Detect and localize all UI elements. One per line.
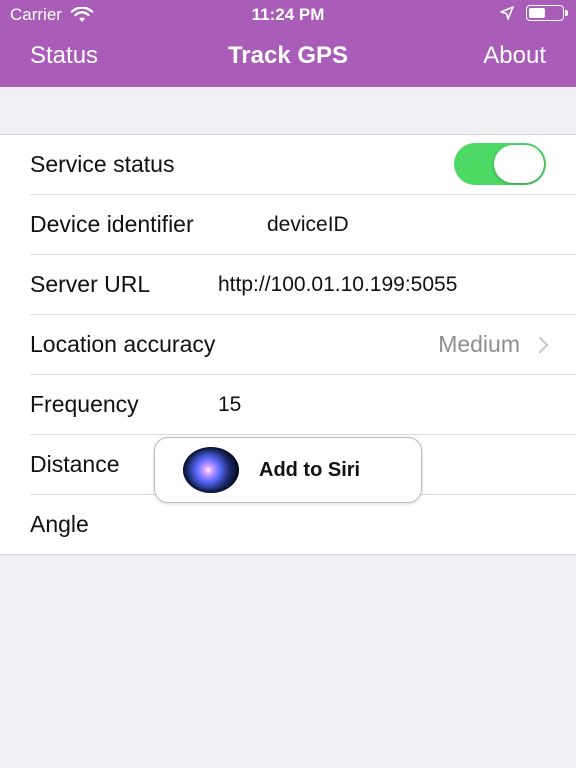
location-accuracy-row[interactable]: Location accuracy Medium: [30, 315, 576, 375]
location-arrow-icon: [500, 6, 514, 20]
battery-icon: [526, 5, 568, 21]
status-bar: Carrier 11:24 PM: [0, 0, 576, 28]
add-to-siri-label: Add to Siri: [259, 458, 361, 481]
service-status-label: Service status: [30, 151, 175, 177]
angle-label: Angle: [30, 511, 89, 537]
location-accuracy-detail[interactable]: Medium: [438, 331, 549, 358]
siri-icon: [183, 447, 239, 493]
add-to-siri-button[interactable]: Add to Siri: [154, 437, 422, 503]
device-identifier-row[interactable]: Device identifier deviceID: [30, 195, 576, 255]
service-status-row: Service status: [30, 135, 576, 195]
server-url-field[interactable]: http://100.01.10.199:5055: [218, 273, 457, 297]
angle-row[interactable]: Angle: [30, 495, 576, 554]
battery-fill: [529, 8, 545, 18]
service-status-switch[interactable]: [454, 143, 546, 185]
switch-knob: [494, 145, 544, 183]
chevron-right-icon: [531, 336, 549, 353]
status-bar-right: [500, 5, 568, 21]
server-url-label: Server URL: [30, 271, 151, 297]
location-accuracy-value: Medium: [438, 331, 520, 357]
device-identifier-field[interactable]: deviceID: [267, 213, 349, 237]
status-time: 11:24 PM: [251, 5, 325, 24]
distance-label: Distance: [30, 451, 120, 477]
location-accuracy-label: Location accuracy: [30, 331, 216, 357]
server-url-row[interactable]: Server URL http://100.01.10.199:5055: [30, 255, 576, 315]
about-nav-button[interactable]: About: [483, 42, 546, 70]
frequency-field[interactable]: 15: [218, 393, 241, 417]
frequency-row[interactable]: Frequency 15: [30, 375, 576, 435]
frequency-label: Frequency: [30, 391, 139, 417]
device-identifier-label: Device identifier: [30, 211, 194, 237]
navigation-bar: Status Track GPS About: [0, 28, 576, 87]
